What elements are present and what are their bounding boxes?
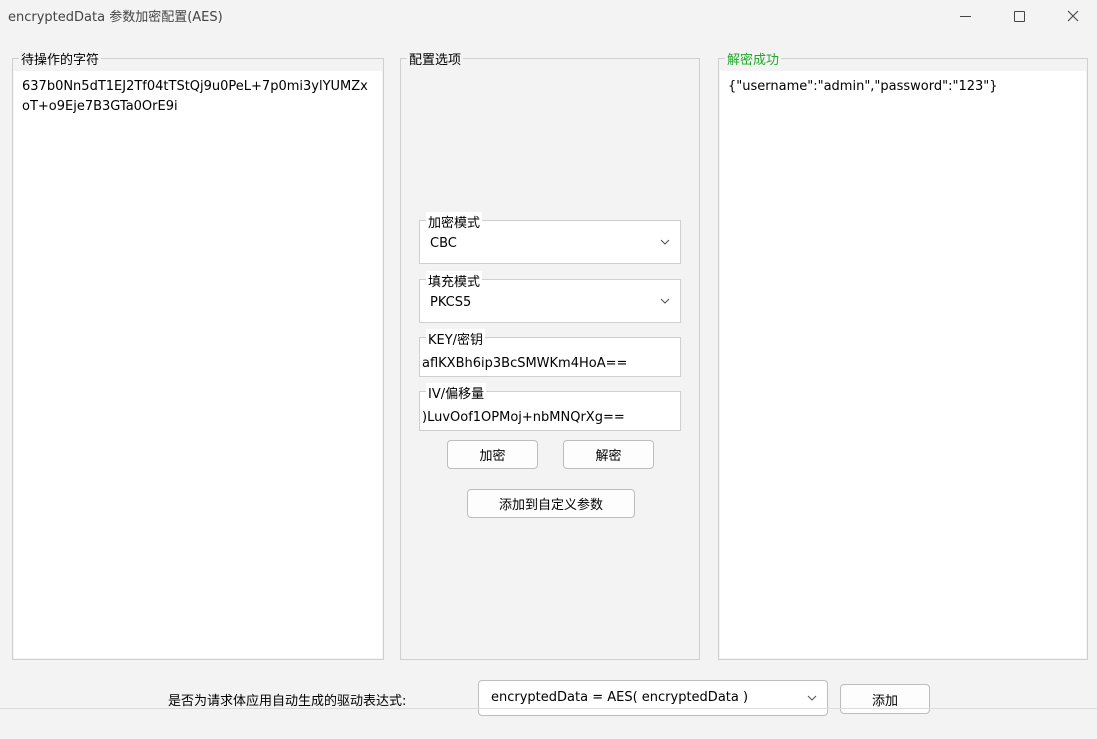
expression-select[interactable]: encryptedData = AES( encryptedData ) (478, 680, 828, 716)
config-options-label: 配置选项 (407, 49, 464, 68)
maximize-button[interactable] (996, 0, 1042, 32)
title-bar: encryptedData 参数加密配置(AES) (0, 0, 1097, 32)
chevron-down-icon (660, 239, 670, 245)
result-group: 解密成功 {"username":"admin","password":"123… (718, 49, 1088, 660)
iv-value: )LuvOof1OPMoj+nbMNQrXg== (422, 410, 625, 425)
aes-config-window: encryptedData 参数加密配置(AES) 待操作的字符 637b0Nn… (0, 0, 1097, 739)
key-value: aflKXBh6ip3BcSMWKm4HoA== (422, 356, 628, 371)
window-title: encryptedData 参数加密配置(AES) (8, 10, 223, 25)
encryption-mode-value: CBC (430, 236, 457, 251)
padding-mode-value: PKCS5 (430, 295, 472, 310)
result-text-content: {"username":"admin","password":"123"} (728, 79, 998, 94)
result-status-label: 解密成功 (725, 49, 782, 68)
padding-mode-label: 填充模式 (426, 271, 483, 290)
encrypt-button[interactable]: 加密 (447, 440, 538, 469)
close-icon (1067, 10, 1079, 22)
add-expression-button[interactable]: 添加 (840, 684, 930, 714)
source-text-area[interactable]: 637b0Nn5dT1EJ2Tf04tTStQj9u0PeL+7p0mi3ylY… (14, 71, 382, 658)
encryption-mode-select[interactable]: 加密模式 CBC (419, 212, 681, 264)
bottom-divider (0, 708, 1097, 709)
maximize-icon (1013, 10, 1025, 22)
encryption-mode-label: 加密模式 (426, 212, 483, 231)
expression-value: encryptedData = AES( encryptedData ) (491, 690, 749, 705)
expression-prompt-label: 是否为请求体应用自动生成的驱动表达式: (168, 694, 407, 709)
iv-input[interactable]: IV/偏移量 )LuvOof1OPMoj+nbMNQrXg== (419, 383, 681, 431)
bottom-bar: 是否为请求体应用自动生成的驱动表达式: encryptedData = AES(… (0, 672, 1097, 739)
iv-label: IV/偏移量 (426, 383, 487, 402)
source-text-label: 待操作的字符 (19, 49, 102, 68)
minimize-button[interactable] (942, 0, 988, 32)
add-custom-param-button[interactable]: 添加到自定义参数 (467, 489, 635, 518)
chevron-down-icon (660, 298, 670, 304)
minimize-icon (959, 15, 971, 17)
source-text-content: 637b0Nn5dT1EJ2Tf04tTStQj9u0PeL+7p0mi3ylY… (22, 79, 368, 114)
decrypt-button[interactable]: 解密 (563, 440, 654, 469)
chevron-down-icon (807, 695, 817, 701)
padding-mode-select[interactable]: 填充模式 PKCS5 (419, 271, 681, 323)
close-button[interactable] (1050, 0, 1096, 32)
key-input[interactable]: KEY/密钥 aflKXBh6ip3BcSMWKm4HoA== (419, 329, 681, 377)
result-text-area[interactable]: {"username":"admin","password":"123"} (720, 71, 1086, 658)
source-text-group: 待操作的字符 637b0Nn5dT1EJ2Tf04tTStQj9u0PeL+7p… (12, 49, 384, 660)
key-label: KEY/密钥 (426, 329, 486, 348)
